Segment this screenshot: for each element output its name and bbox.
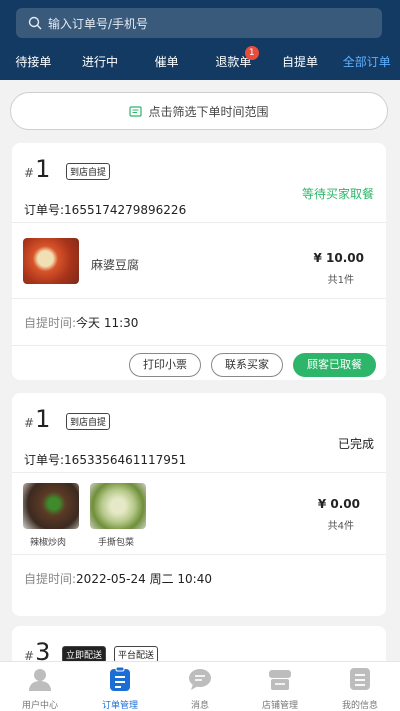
nav-label: 订单管理: [101, 701, 138, 711]
order-number: #1: [24, 405, 51, 433]
tab-refund[interactable]: 退款单 1: [200, 46, 267, 78]
tab-self-pickup[interactable]: 自提单: [267, 48, 334, 78]
dish-image: [23, 238, 79, 284]
dish-image: [23, 483, 79, 529]
nav-label: 消息: [190, 701, 209, 711]
pickup-time-value: 今天 11:30: [76, 316, 139, 330]
bottom-nav: 用户中心 订单管理 消息 店铺管理 我的信息: [0, 661, 400, 711]
nav-user-center[interactable]: 用户中心: [0, 662, 80, 711]
order-header: #1 到店自提 已完成 订单号:1653356461117951: [12, 393, 386, 473]
order-quantity: 共1件: [327, 275, 354, 286]
clipboard-icon: [110, 666, 130, 691]
order-actions: 打印小票 联系买家 顾客已取餐: [12, 345, 386, 383]
print-receipt-button[interactable]: 打印小票: [129, 353, 201, 377]
order-price: ¥ 0.00: [317, 497, 360, 511]
order-goods: 辣椒炒肉 手撕包菜 ¥ 0.00 共4件: [12, 473, 386, 555]
nav-store-management[interactable]: 店铺管理: [240, 662, 320, 711]
store-icon: [269, 670, 291, 690]
list-icon: [350, 668, 370, 690]
search-icon: [28, 16, 42, 30]
refund-count-badge: 1: [244, 46, 259, 60]
date-filter-label: 点击筛选下单时间范围: [148, 104, 269, 119]
order-header: #1 到店自提 等待买家取餐 订单号:1655174279896226: [12, 143, 386, 223]
nav-my-info[interactable]: 我的信息: [320, 662, 400, 711]
calendar-icon: [129, 105, 143, 117]
nav-order-management[interactable]: 订单管理: [80, 662, 160, 711]
dish-image: [90, 483, 146, 529]
order-quantity: 共4件: [327, 521, 354, 532]
order-type-tag: 到店自提: [66, 163, 111, 180]
tab-pending[interactable]: 待接单: [0, 48, 67, 78]
nav-label: 我的信息: [341, 701, 378, 711]
dish-name: 手撕包菜: [98, 538, 135, 548]
dish-name: 辣椒炒肉: [30, 538, 67, 548]
order-price: ¥ 10.00: [313, 251, 364, 265]
tab-urge[interactable]: 催单: [133, 48, 200, 78]
nav-messages[interactable]: 消息: [160, 662, 240, 711]
pickup-time-row: 自提时间:今天 11:30: [12, 299, 386, 345]
pickup-time-label: 自提时间:: [24, 572, 77, 586]
pickup-time-label: 自提时间:: [24, 316, 77, 330]
order-card: #1 到店自提 等待买家取餐 订单号:1655174279896226 麻婆豆腐…: [12, 143, 386, 380]
tab-in-progress[interactable]: 进行中: [67, 48, 134, 78]
order-number: #1: [24, 155, 51, 183]
order-tabs: 待接单 进行中 催单 退款单 1 自提单 全部订单: [0, 46, 400, 78]
order-id: 订单号:1653356461117951: [24, 453, 187, 467]
order-goods: 麻婆豆腐 ¥ 10.00 共1件: [12, 223, 386, 299]
pickup-time-row: 自提时间:2022-05-24 周二 10:40: [12, 555, 386, 601]
pickup-time-value: 2022-05-24 周二 10:40: [76, 572, 212, 586]
header-bar: 输入订单号/手机号 待接单 进行中 催单 退款单 1 自提单 全部订单: [0, 0, 400, 80]
nav-label: 用户中心: [21, 701, 58, 711]
search-input[interactable]: 输入订单号/手机号: [16, 8, 382, 38]
user-icon: [29, 669, 51, 691]
order-status: 等待买家取餐: [301, 187, 374, 201]
date-filter-button[interactable]: 点击筛选下单时间范围: [10, 92, 388, 130]
order-status: 已完成: [337, 437, 374, 451]
order-id: 订单号:1655174279896226: [24, 203, 187, 217]
order-type-tag: 到店自提: [66, 413, 111, 430]
chat-icon: [189, 669, 211, 690]
dish-name: 麻婆豆腐: [91, 258, 140, 272]
tab-all-orders[interactable]: 全部订单: [333, 48, 400, 78]
contact-buyer-button[interactable]: 联系买家: [211, 353, 283, 377]
search-placeholder: 输入订单号/手机号: [48, 16, 149, 31]
picked-up-button[interactable]: 顾客已取餐: [293, 353, 376, 377]
nav-label: 店铺管理: [261, 701, 298, 711]
order-card: #1 到店自提 已完成 订单号:1653356461117951 辣椒炒肉 手撕…: [12, 393, 386, 616]
